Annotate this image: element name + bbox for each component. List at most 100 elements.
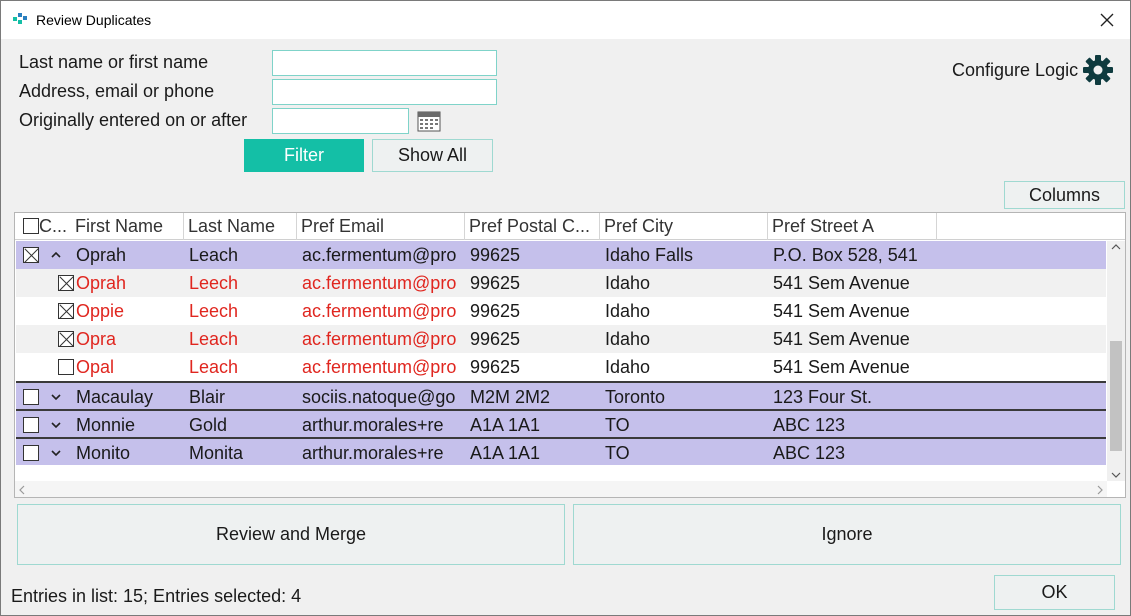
duplicate-record-row[interactable]: Opra Leach ac.fermentum@pro 99625 Idaho 541 S… <box>16 325 1106 353</box>
column-header-pref-postal[interactable]: Pref Postal C... <box>465 213 600 240</box>
row-checkbox[interactable] <box>58 331 74 347</box>
columns-button[interactable]: Columns <box>1004 181 1125 209</box>
cell-first: Opra <box>76 329 117 349</box>
row-checkbox[interactable] <box>58 303 74 319</box>
column-header-pref-street[interactable]: Pref Street A <box>768 213 937 240</box>
cell-email: sociis.natoque@go <box>302 387 456 407</box>
row-checkbox[interactable] <box>58 275 74 291</box>
duplicate-group-row[interactable]: Monnie Gold arthur.morales+re A1A 1A1 TO ABC … <box>16 409 1106 437</box>
table-header: C... First Name Last Name Pref Email Pre… <box>15 213 1125 240</box>
cell-last: Gold <box>189 415 228 435</box>
cell-last: Leach <box>189 245 239 265</box>
horizontal-scrollbar[interactable] <box>15 481 1107 497</box>
cell-email: ac.fermentum@pro <box>302 301 457 321</box>
app-logo-icon <box>13 13 27 24</box>
cell-first: Monnie <box>76 415 136 435</box>
row-checkbox[interactable] <box>23 445 39 461</box>
cell-city: Idaho <box>605 357 651 377</box>
duplicate-group-row[interactable]: Macaulay Blair sociis.natoque@go M2M 2M2 Tor… <box>16 381 1106 409</box>
cell-postal: M2M 2M2 <box>470 387 551 407</box>
duplicate-group-row[interactable]: Monito Monita arthur.morales+re A1A 1A1 TO AB… <box>16 437 1106 465</box>
expand-chevron-icon[interactable] <box>49 383 63 411</box>
expand-chevron-icon[interactable] <box>49 439 63 467</box>
review-and-merge-button[interactable]: Review and Merge <box>17 504 565 565</box>
cell-email: ac.fermentum@pro <box>302 245 457 265</box>
duplicate-group-row[interactable]: Oprah Leach ac.fermentum@pro 99625 Idaho Fal… <box>16 241 1106 269</box>
cell-first: Oppie <box>76 301 125 321</box>
cell-email: arthur.morales+re <box>302 415 444 435</box>
name-filter-input[interactable] <box>272 50 497 76</box>
scroll-left-icon[interactable] <box>18 485 26 495</box>
filter-button[interactable]: Filter <box>244 139 364 172</box>
duplicate-record-row[interactable]: Oprah Leech ac.fermentum@pro 99625 Idaho 541 … <box>16 269 1106 297</box>
column-header-first-name[interactable]: First Name <box>71 213 184 240</box>
cell-street: 123 Four St. <box>773 387 873 407</box>
cell-city: TO <box>605 415 630 435</box>
scroll-right-icon[interactable] <box>1096 485 1104 495</box>
cell-city: Idaho Falls <box>605 245 694 265</box>
cell-postal: 99625 <box>470 273 521 293</box>
column-header-pref-city[interactable]: Pref City <box>600 213 768 240</box>
cell-first: Oprah <box>76 273 127 293</box>
window-title: Review Duplicates <box>36 12 152 28</box>
cell-last: Leech <box>189 301 239 321</box>
cell-email: ac.fermentum@pro <box>302 357 457 377</box>
cell-last: Leach <box>189 357 239 377</box>
cell-city: Idaho <box>605 329 651 349</box>
duplicates-table: C... First Name Last Name Pref Email Pre… <box>14 212 1126 498</box>
configure-logic-button[interactable]: Configure Logic <box>952 54 1114 86</box>
close-icon <box>1100 13 1114 27</box>
column-header-pref-email[interactable]: Pref Email <box>297 213 465 240</box>
ok-button[interactable]: OK <box>994 575 1115 610</box>
vertical-scroll-thumb[interactable] <box>1110 341 1122 451</box>
title-bar: Review Duplicates <box>1 1 1130 39</box>
status-text: Entries in list: 15; Entries selected: 4 <box>11 586 302 606</box>
review-duplicates-window: Review Duplicates Last name or first nam… <box>0 0 1131 616</box>
cell-last: Leach <box>189 329 239 349</box>
ignore-button[interactable]: Ignore <box>573 504 1121 565</box>
cell-email: arthur.morales+re <box>302 443 444 463</box>
vertical-scrollbar[interactable] <box>1107 241 1125 481</box>
cell-street: 541 Sem Avenue <box>773 329 910 349</box>
calendar-icon[interactable] <box>417 110 441 132</box>
scroll-up-icon[interactable] <box>1111 243 1121 251</box>
column-header-last-name[interactable]: Last Name <box>184 213 297 240</box>
cell-first: Oprah <box>76 245 127 265</box>
cell-street: 541 Sem Avenue <box>773 273 910 293</box>
cell-postal: 99625 <box>470 329 521 349</box>
cell-city: Idaho <box>605 273 651 293</box>
show-all-button[interactable]: Show All <box>372 139 493 172</box>
row-checkbox[interactable] <box>23 247 39 263</box>
cell-postal: 99625 <box>470 301 521 321</box>
cell-postal: 99625 <box>470 245 521 265</box>
cell-street: ABC 123 <box>773 415 846 435</box>
row-checkbox[interactable] <box>23 417 39 433</box>
duplicate-record-row[interactable]: Oppie Leech ac.fermentum@pro 99625 Idaho 541 … <box>16 297 1106 325</box>
duplicate-record-row[interactable]: Opal Leach ac.fermentum@pro 99625 Idaho 541 S… <box>16 353 1106 381</box>
cell-email: ac.fermentum@pro <box>302 273 457 293</box>
cell-city: TO <box>605 443 630 463</box>
cell-street: ABC 123 <box>773 443 846 463</box>
cell-street: 541 Sem Avenue <box>773 357 910 377</box>
column-header-checked[interactable]: C... <box>37 213 74 240</box>
cell-street: P.O. Box 528, 541 <box>773 245 918 265</box>
cell-postal: A1A 1A1 <box>470 443 541 463</box>
cell-street: 541 Sem Avenue <box>773 301 910 321</box>
cell-first: Macaulay <box>76 387 154 407</box>
expand-chevron-icon[interactable] <box>49 411 63 439</box>
row-checkbox[interactable] <box>23 389 39 405</box>
scroll-down-icon[interactable] <box>1111 471 1121 479</box>
cell-city: Toronto <box>605 387 666 407</box>
date-filter-input[interactable] <box>272 108 409 134</box>
contact-filter-label: Address, email or phone <box>19 81 215 101</box>
contact-filter-input[interactable] <box>272 79 497 105</box>
close-button[interactable] <box>1084 1 1130 39</box>
row-checkbox[interactable] <box>58 359 74 375</box>
cell-postal: A1A 1A1 <box>470 415 541 435</box>
collapse-chevron-icon[interactable] <box>49 241 63 269</box>
cell-first: Monito <box>76 443 131 463</box>
date-filter-label: Originally entered on or after <box>19 110 248 130</box>
cell-city: Idaho <box>605 301 651 321</box>
cell-email: ac.fermentum@pro <box>302 329 457 349</box>
cell-last: Monita <box>189 443 244 463</box>
